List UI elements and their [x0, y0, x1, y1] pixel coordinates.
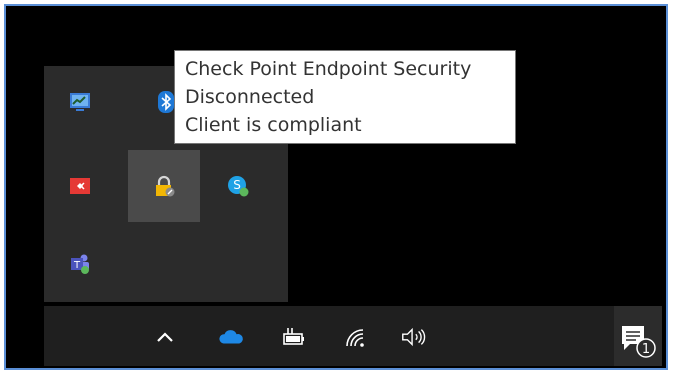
svg-text:S: S: [233, 178, 241, 192]
wifi-icon: [346, 329, 364, 347]
tooltip-line-compliance: Client is compliant: [185, 114, 362, 136]
volume-button[interactable]: [400, 324, 426, 350]
skype-icon: S: [228, 176, 249, 197]
onedrive-cloud-icon: [219, 330, 243, 344]
volume-icon: [402, 327, 426, 347]
chevron-up-icon: [157, 332, 173, 342]
tray-item-remote-access[interactable]: [44, 150, 116, 222]
network-button[interactable]: [342, 324, 368, 350]
taskbar: [44, 306, 662, 366]
tray-item-skype[interactable]: S: [202, 150, 274, 222]
checkpoint-lock-icon: [156, 175, 175, 197]
notification-icon: 1: [622, 326, 656, 358]
tray-item-checkpoint[interactable]: [128, 150, 200, 222]
notification-count-badge: 1: [642, 342, 650, 357]
battery-button[interactable]: [280, 324, 306, 350]
tooltip-line-product: Check Point Endpoint Security: [185, 58, 472, 80]
tooltip-line-status: Disconnected: [185, 86, 315, 108]
svg-text:T: T: [73, 260, 81, 271]
desktop-area: S T Check Point Endpoint Security Discon…: [14, 14, 662, 366]
network-monitor-icon: [70, 93, 90, 111]
onedrive-button[interactable]: [218, 324, 244, 350]
screenshot-frame: S T Check Point Endpoint Security Discon…: [4, 4, 668, 370]
tray-item-teams[interactable]: T: [44, 228, 116, 300]
action-center-button[interactable]: 1: [614, 306, 662, 366]
tray-item-network-monitor[interactable]: [44, 66, 116, 138]
teams-icon: T: [71, 254, 89, 274]
show-hidden-icons-button[interactable]: [152, 324, 178, 350]
remote-access-icon: [70, 178, 90, 194]
battery-power-icon: [283, 328, 304, 345]
checkpoint-tooltip: Check Point Endpoint Security Disconnect…: [174, 50, 516, 144]
